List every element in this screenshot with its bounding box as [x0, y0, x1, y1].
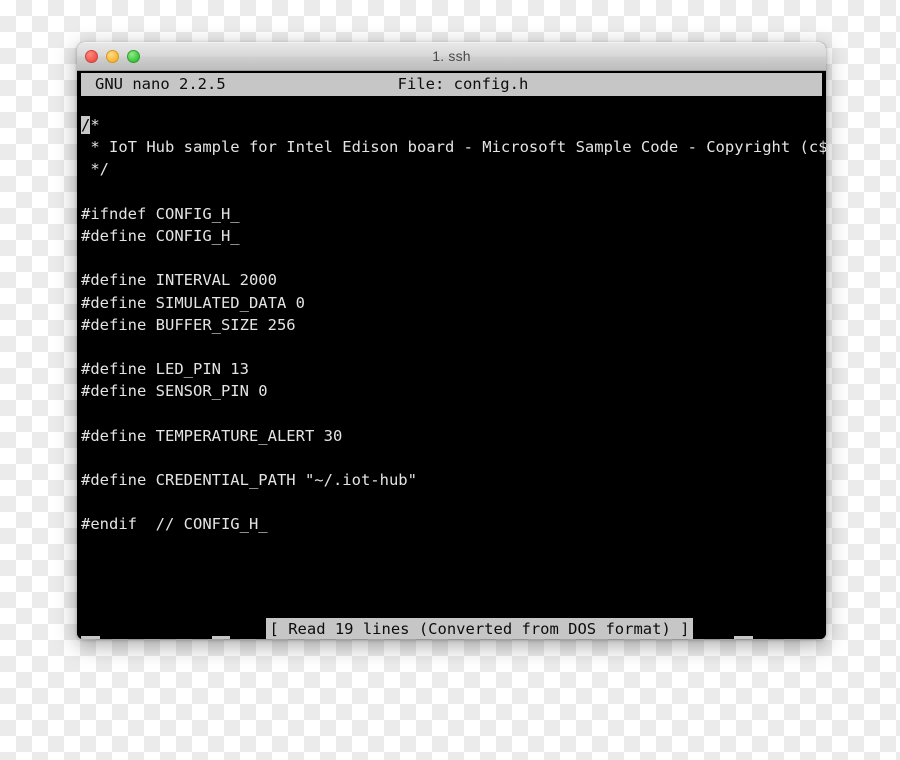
code-line: #define SENSOR_PIN 0: [81, 380, 826, 402]
code-line: #define SIMULATED_DATA 0: [81, 292, 826, 314]
code-line: #endif // CONFIG_H_: [81, 513, 826, 535]
code-line: [81, 181, 826, 203]
code-line-text: #define CREDENTIAL_PATH "~/.iot-hub": [81, 471, 417, 489]
shortcut-row-primary: ^G Get Help ^O WriteOut ^R Read File ^Y …: [81, 635, 826, 639]
shortcut-ctrl-k[interactable]: ^K Cut Text: [603, 636, 735, 639]
nano-file-label: File: config.h: [397, 75, 529, 94]
code-line: #define CREDENTIAL_PATH "~/.iot-hub": [81, 469, 826, 491]
shortcut-key: ^K: [603, 636, 623, 639]
code-line: #define CONFIG_H_: [81, 225, 826, 247]
code-line-text: #define TEMPERATURE_ALERT 30: [81, 426, 343, 445]
window-title-bar[interactable]: 1. ssh: [77, 42, 826, 71]
code-line: */: [81, 158, 826, 180]
code-line: [81, 247, 826, 269]
window-title: 1. ssh: [432, 48, 471, 64]
code-line-text: #define LED_PIN 13: [81, 360, 249, 379]
code-line: [81, 447, 826, 469]
editor-text-buffer[interactable]: /* * IoT Hub sample for Intel Edison boa…: [81, 114, 826, 594]
code-line-text: #endif // CONFIG_H_: [81, 515, 268, 534]
nano-header-bar: GNU nano 2.2.5 File: config.h: [81, 73, 822, 96]
code-line-text: #define SIMULATED_DATA 0: [81, 293, 305, 312]
code-line-text: #define SENSOR_PIN 0: [81, 382, 268, 401]
code-line-text: #define CONFIG_H_: [81, 226, 240, 245]
code-line-text: #define INTERVAL 2000: [81, 271, 277, 290]
text-cursor: /: [81, 116, 91, 134]
code-line: #ifndef CONFIG_H_: [81, 203, 826, 225]
shortcut-key-bar: ^G Get Help ^O WriteOut ^R Read File ^Y …: [81, 591, 826, 639]
nano-version-label: GNU nano 2.2.5: [95, 75, 226, 94]
shortcut-key: ^O: [211, 636, 231, 639]
shortcut-key: ^Y: [472, 636, 492, 639]
code-line-text: */: [81, 160, 109, 179]
code-line: * IoT Hub sample for Intel Edison board …: [81, 136, 826, 158]
code-line: #define INTERVAL 2000: [81, 269, 826, 291]
code-line: #define BUFFER_SIZE 256: [81, 314, 826, 336]
shortcut-ctrl-o[interactable]: ^O WriteOut: [211, 636, 343, 639]
code-line: #define TEMPERATURE_ALERT 30: [81, 425, 826, 447]
code-line: [81, 402, 826, 424]
shortcut-label: WriteOut: [230, 636, 342, 639]
code-line-text: #define BUFFER_SIZE 256: [81, 315, 296, 334]
terminal-window[interactable]: 1. ssh GNU nano 2.2.5 File: config.h /* …: [77, 42, 826, 639]
shortcut-key: ^G: [81, 636, 100, 639]
shortcut-label: Cur Pos: [753, 636, 826, 639]
shortcut-key: ^R: [342, 636, 361, 639]
code-line: /*: [81, 114, 826, 136]
shortcut-label: Cut Text: [622, 636, 734, 639]
shortcut-key: ^C: [734, 636, 753, 639]
shortcut-ctrl-g[interactable]: ^G Get Help: [81, 636, 212, 639]
shortcut-label: Prev Page: [492, 636, 604, 639]
code-line: [81, 491, 826, 513]
shortcut-ctrl-y[interactable]: ^Y Prev Page: [472, 636, 604, 639]
code-line: [81, 336, 826, 358]
shortcut-ctrl-r[interactable]: ^R Read File: [342, 636, 473, 639]
code-line-text: * IoT Hub sample for Intel Edison board …: [81, 138, 826, 157]
shortcut-ctrl-c[interactable]: ^C Cur Pos: [734, 636, 826, 639]
code-line: #define LED_PIN 13: [81, 358, 826, 380]
shortcut-label: Read File: [361, 636, 473, 639]
code-line-text: *: [90, 116, 100, 134]
code-line-text: #ifndef CONFIG_H_: [81, 204, 240, 223]
terminal-body[interactable]: GNU nano 2.2.5 File: config.h /* * IoT H…: [77, 71, 826, 639]
shortcut-label: Get Help: [100, 636, 212, 639]
